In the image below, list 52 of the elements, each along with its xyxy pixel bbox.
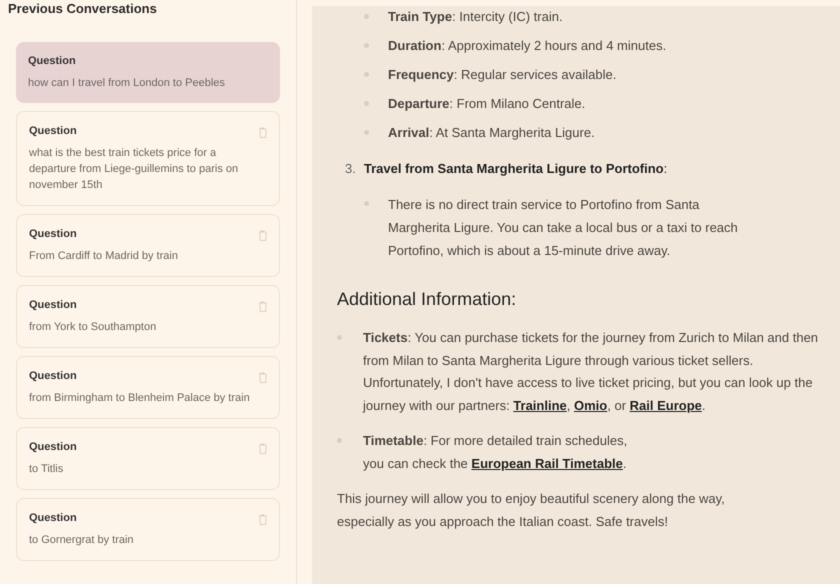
bullet-icon	[364, 201, 369, 206]
trash-icon[interactable]	[258, 230, 267, 241]
conversation-card[interactable]: Question to Gornergrat by train	[16, 498, 280, 561]
question-text: from Birmingham to Blenheim Palace by train	[29, 391, 251, 406]
question-label: Question	[29, 369, 78, 383]
question-label: Question	[29, 440, 78, 454]
question-label: Question	[28, 54, 77, 68]
bullet-icon	[364, 72, 369, 77]
section-heading: Additional Information:	[337, 288, 518, 311]
question-text: what is the best train tickets price for a departure from Liege-guillemins to paris on november 15th	[29, 146, 240, 193]
step-title: Travel from Santa Margherita Ligure to Portofino:	[364, 160, 668, 178]
detail-text: Train Type: Intercity (IC) train.	[388, 8, 563, 26]
trash-icon[interactable]	[258, 372, 267, 383]
partner-link[interactable]: Rail Europe	[630, 398, 702, 412]
trash-icon[interactable]	[258, 301, 267, 312]
bullet-icon	[337, 438, 342, 443]
detail-text: Duration: Approximately 2 hours and 4 minutes.	[388, 37, 666, 55]
partner-link[interactable]: Trainline	[513, 398, 567, 412]
detail-text: Departure: From Milano Centrale.	[388, 95, 586, 113]
question-text: From Cardiff to Madrid by train	[29, 249, 179, 264]
partner-link[interactable]: Omio	[574, 398, 608, 412]
trash-icon[interactable]	[258, 514, 267, 525]
trash-icon[interactable]	[258, 443, 267, 454]
question-text: how can I travel from London to Peebles	[28, 76, 226, 91]
question-text: to Gornergrat by train	[29, 533, 135, 548]
bullet-icon	[364, 130, 369, 135]
conversation-card[interactable]: Question to Titlis	[16, 427, 280, 490]
detail-text: Arrival: At Santa Margherita Ligure.	[388, 124, 595, 142]
detail-text: Frequency: Regular services available.	[388, 66, 616, 84]
conversation-card[interactable]: Question From Cardiff to Madrid by train	[16, 214, 280, 277]
conversation-card[interactable]: Question from Birmingham to Blenheim Palace by train	[16, 356, 280, 419]
bullet-icon	[364, 43, 369, 48]
question-label: Question	[29, 511, 78, 525]
conversation-card[interactable]: Question from York to Southampton	[16, 285, 280, 348]
info-text: Timetable: For more detailed train schedules, you can check the European Rail Timetable.	[363, 432, 628, 473]
question-label: Question	[29, 227, 78, 241]
bullet-icon	[337, 335, 342, 340]
question-text: to Titlis	[29, 462, 64, 477]
question-label: Question	[29, 298, 78, 312]
question-text: from York to Southampton	[29, 320, 158, 335]
partner-link[interactable]: European Rail Timetable	[471, 456, 623, 470]
conversation-card[interactable]: Question how can I travel from London to Peebles	[16, 42, 280, 103]
step-detail-text: There is no direct train service to Portofino from Santa Margherita Ligure. You can take a local bus or a taxi to reach Portofino, which is about a 15-minute drive away.	[388, 196, 738, 260]
sidebar-title: Previous Conversations	[7, 0, 158, 17]
info-text: Tickets: You can purchase tickets for the journey from Zurich to Milan and then from Milan to Santa Margherita Ligure through various ticket sellers. Unfortunately, I don't have access to live ticket pricing, but you can look up the journey with our partners: Trainline, Omio, or Rail Europe.	[363, 329, 820, 415]
bullet-icon	[364, 14, 369, 19]
conversation-card[interactable]: Question what is the best train tickets price for a departure from Liege-guillemins to paris on november 15th	[16, 111, 280, 206]
question-label: Question	[29, 124, 78, 138]
bullet-icon	[364, 101, 369, 106]
trash-icon[interactable]	[258, 127, 267, 138]
closing-text: This journey will allow you to enjoy beautiful scenery along the way, especially as you approach the Italian coast. Safe travels!	[337, 490, 726, 531]
step-number: 3.	[345, 160, 356, 178]
